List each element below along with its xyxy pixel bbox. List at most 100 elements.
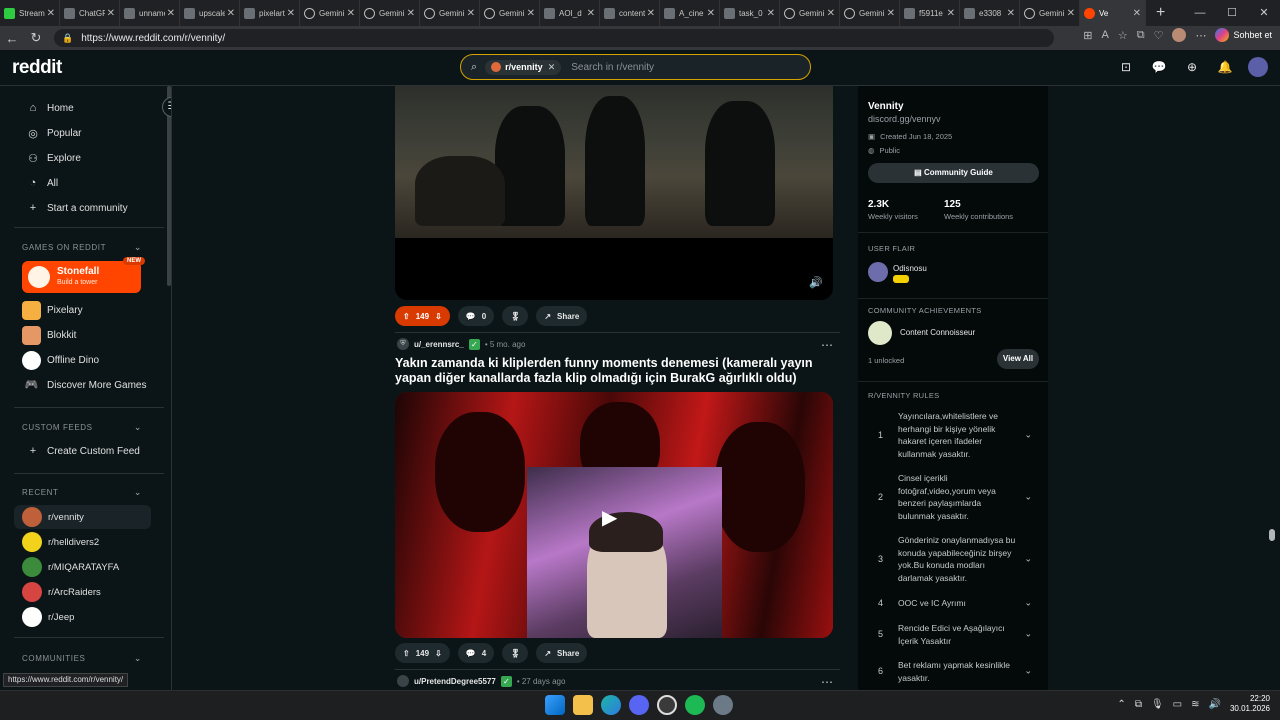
close-tab-icon[interactable]: ✕ [467,8,475,19]
close-tab-icon[interactable]: ✕ [767,8,775,19]
share-button[interactable]: ↗ Share [536,306,588,326]
recent-arcraiders[interactable]: r/ArcRaiders [22,582,101,602]
browser-tab[interactable]: content ✕ [600,0,660,26]
upvote-icon[interactable]: ⇧ [403,312,410,321]
recent-jeep[interactable]: r/Jeep [22,607,74,627]
rule-item[interactable]: 2 Cinsel içerikli fotoğraf,video,yorum v… [868,468,1038,526]
nav-explore[interactable]: ⚇ Explore [26,152,81,165]
browser-tab[interactable]: f5911e ✕ [900,0,960,26]
read-aloud-icon[interactable]: A [1102,29,1109,41]
stonefall-game-card[interactable]: Stonefall Build a tower NEW [22,257,145,293]
browser-tab[interactable]: Gemini ✕ [780,0,840,26]
browser-tab[interactable]: Gemini ✕ [420,0,480,26]
comments-button[interactable]: 💬 0 [457,306,495,326]
close-tab-icon[interactable]: ✕ [1133,8,1141,19]
close-tab-icon[interactable]: ✕ [587,8,595,19]
chevron-down-icon[interactable]: ⌄ [1024,666,1032,677]
close-tab-icon[interactable]: ✕ [347,8,355,19]
recent-section-header[interactable]: RECENT ⌄ [22,487,142,497]
nav-all[interactable]: ◔ All [26,177,58,189]
play-icon[interactable]: ▶ [602,505,617,530]
comments-button[interactable]: 💬 4 [457,643,495,663]
split-view-icon[interactable]: ⊞ [1083,29,1092,42]
user-avatar[interactable] [1248,57,1268,77]
close-tab-icon[interactable]: ✕ [107,8,115,19]
subreddit-search-chip[interactable]: r/vennity ✕ [485,59,562,75]
post-options-icon[interactable]: ⋯ [821,338,833,352]
browser-tab[interactable]: e3308 ✕ [960,0,1020,26]
communities-section-header[interactable]: COMMUNITIES ⌄ [22,653,142,663]
discover-more-games[interactable]: 🎮 Discover More Games [22,376,147,395]
profile-avatar[interactable] [1172,28,1187,42]
community-guide-button[interactable]: ▤ Community Guide [868,163,1039,183]
browser-tab[interactable]: Gemini ✕ [480,0,540,26]
game-blokkit[interactable]: Blokkit [22,326,76,345]
create-post-icon[interactable]: ⊕ [1182,57,1202,77]
remove-chip-icon[interactable]: ✕ [548,62,556,73]
chevron-down-icon[interactable]: ⌄ [1024,598,1032,609]
close-tab-icon[interactable]: ✕ [647,8,655,19]
rule-item[interactable]: 5 Rencide Edici ve Aşağılayıcı İçerik Ya… [868,619,1038,649]
browser-tab[interactable]: Gemini ✕ [360,0,420,26]
rule-item[interactable]: 6 Bet reklamı yapmak kesinlikle yasaktır… [868,656,1038,686]
post-video-2[interactable]: ▶ [395,392,833,638]
browser-menu-icon[interactable]: ⋯ [1195,29,1206,42]
post-author[interactable]: u/PretendDegree5577 [414,677,496,686]
browser-tab[interactable]: upscale ✕ [180,0,240,26]
browser-tab[interactable]: pixelart ✕ [240,0,300,26]
close-tab-icon[interactable]: ✕ [887,8,895,19]
chevron-down-icon[interactable]: ⌄ [1024,492,1032,503]
chat-icon[interactable]: 💬 [1149,57,1169,77]
tray-overflow-icon[interactable]: ⌃ [1117,699,1125,710]
award-button[interactable]: 🎖 [502,643,529,663]
chevron-down-icon[interactable]: ⌄ [1024,554,1032,565]
notifications-icon[interactable]: 🔔 [1215,57,1235,77]
nav-popular[interactable]: ◎ Popular [26,127,81,140]
community-link[interactable]: discord.gg/vennyv [868,114,941,124]
rule-item[interactable]: 4 OOC ve IC Ayrımı ⌄ [868,594,1038,612]
minimize-icon[interactable]: — [1184,0,1216,26]
author-avatar[interactable]: ⛨ [397,338,409,350]
rule-item[interactable]: 1 Yayıncılara,whitelistlere ve herhangi … [868,406,1038,464]
chevron-down-icon[interactable]: ⌄ [1024,629,1032,640]
page-scrollbar[interactable] [1269,529,1275,541]
downvote-icon[interactable]: ⇩ [435,312,442,321]
create-custom-feed[interactable]: + Create Custom Feed [26,445,140,457]
new-tab-icon[interactable]: + [1146,4,1175,22]
post-video-1[interactable]: 🔊 [395,86,833,300]
spotify-icon[interactable] [685,695,705,715]
downvote-icon[interactable]: ⇩ [435,649,442,658]
game-pixelary[interactable]: Pixelary [22,301,83,320]
close-tab-icon[interactable]: ✕ [527,8,535,19]
post-author[interactable]: u/_erennsrc_ [414,340,464,349]
flair-name[interactable]: Odisnosu [893,264,927,273]
vote-control[interactable]: ⇧ 149 ⇩ [395,306,450,326]
search-input[interactable]: ⌕ r/vennity ✕ Search in r/vennity [460,54,811,80]
game-offline-dino[interactable]: Offline Dino [22,351,99,370]
wifi-icon[interactable]: ≋ [1191,699,1199,710]
browser-tab[interactable]: ChatGPT✕ [60,0,120,26]
extensions-icon[interactable]: ⧉ [1137,29,1145,42]
browser-tab[interactable]: Gemini ✕ [1020,0,1080,26]
browser-tab[interactable]: A_cine ✕ [660,0,720,26]
flair-avatar[interactable] [868,262,888,282]
recent-helldivers2[interactable]: r/helldivers2 [22,532,99,552]
volume-tray-icon[interactable]: 🔊 [1209,699,1221,710]
favorite-star-icon[interactable]: ☆ [1118,29,1128,42]
browser-tab[interactable]: Gemini ✕ [840,0,900,26]
browser-tab[interactable]: Gemini ✕ [300,0,360,26]
obs-icon[interactable] [657,695,677,715]
maximize-icon[interactable]: ☐ [1216,0,1248,26]
close-tab-icon[interactable]: ✕ [827,8,835,19]
close-tab-icon[interactable]: ✕ [167,8,175,19]
microphone-icon[interactable]: 🎙 [1151,699,1164,710]
recent-miqaratayfa[interactable]: r/MIQARATAYFA [22,557,119,577]
browser-tab[interactable]: unname✕ [120,0,180,26]
discord-icon[interactable] [629,695,649,715]
close-tab-icon[interactable]: ✕ [287,8,295,19]
close-tab-icon[interactable]: ✕ [407,8,415,19]
close-tab-icon[interactable]: ✕ [707,8,715,19]
close-tab-icon[interactable]: ✕ [227,8,235,19]
close-tab-icon[interactable]: ✕ [1067,8,1075,19]
lock-icon[interactable]: 🔒 [62,33,73,44]
